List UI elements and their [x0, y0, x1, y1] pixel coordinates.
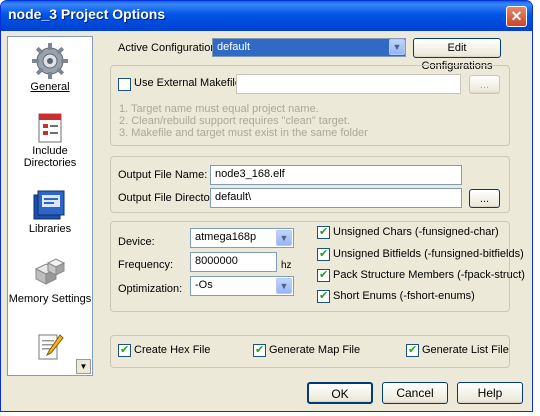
active-configuration-select[interactable]: default	[212, 38, 406, 57]
frequency-field[interactable]: 8000000	[190, 252, 277, 272]
device-select[interactable]: atmega168p ▼	[190, 228, 294, 248]
use-external-makefile-label: Use External Makefile	[134, 77, 241, 89]
generate-list-file-checkbox[interactable]	[406, 343, 419, 357]
sidebar-item-libraries[interactable]: Libraries	[8, 189, 92, 235]
chevron-down-icon: ▼	[276, 278, 292, 294]
unsigned-chars-checkbox[interactable]	[317, 225, 330, 239]
sidebar-scroll-down-button[interactable]: ▼	[76, 359, 91, 374]
project-options-dialog: node_3 Project Options ✕ General Include…	[0, 0, 533, 412]
help-button[interactable]: Help	[457, 382, 523, 404]
optimization-select[interactable]: -Os ▼	[190, 276, 294, 296]
frequency-unit: hz	[281, 260, 292, 271]
category-sidebar: General Include Directories Libraries Me…	[7, 36, 93, 376]
pack-structure-members-label: Pack Structure Members (-fpack-struct)	[333, 269, 525, 281]
use-external-makefile-checkbox[interactable]	[118, 78, 131, 91]
window-title: node_3 Project Options	[8, 6, 166, 22]
close-button[interactable]: ✕	[506, 6, 527, 27]
generate-map-file-checkbox[interactable]	[253, 343, 266, 357]
frequency-label: Frequency:	[118, 259, 174, 271]
output-directory-browse-button[interactable]: ...	[469, 189, 500, 208]
sidebar-item-include-directories[interactable]: Include Directories	[8, 111, 92, 169]
unsigned-bitfields-label: Unsigned Bitfields (-funsigned-bitfields…	[333, 248, 524, 260]
generate-map-file-label: Generate Map File	[269, 344, 361, 356]
output-file-name-label: Output File Name:	[118, 169, 208, 181]
sidebar-item-label: Memory Settings	[8, 293, 92, 305]
create-hex-file-checkbox[interactable]	[118, 343, 131, 357]
makefile-path-field[interactable]	[236, 74, 461, 94]
chevron-down-icon: ▼	[276, 230, 292, 246]
short-enums-label: Short Enums (-fshort-enums)	[333, 290, 475, 302]
active-configuration-label: Active Configuration	[118, 42, 217, 54]
short-enums-checkbox[interactable]	[317, 289, 330, 303]
include-directories-icon	[38, 113, 62, 143]
unsigned-bitfields-checkbox[interactable]	[317, 247, 330, 261]
pack-structure-members-checkbox[interactable]	[317, 268, 330, 282]
title-bar[interactable]: node_3 Project Options ✕	[1, 1, 532, 31]
sidebar-item-label: Libraries	[28, 223, 72, 235]
sidebar-item-memory-settings[interactable]: Memory Settings	[8, 255, 92, 305]
gear-icon	[32, 43, 68, 79]
optimization-value: -Os	[195, 279, 213, 291]
chevron-down-icon: ▼	[79, 362, 88, 371]
makefile-browse-button[interactable]: ...	[469, 75, 500, 94]
makefile-note-1: 1. Target name must equal project name.	[119, 103, 319, 115]
sidebar-item-label: General	[30, 81, 70, 93]
notepad-pencil-icon	[38, 334, 64, 360]
edit-configurations-button[interactable]: Edit Configurations	[413, 38, 501, 72]
device-value: atmega168p	[195, 231, 257, 243]
output-file-directory-label: Output File Directory:	[118, 192, 222, 204]
close-icon: ✕	[510, 8, 523, 24]
makefile-note-3: 3. Makefile and target must exist in the…	[119, 127, 368, 139]
device-label: Device:	[118, 236, 155, 248]
active-configuration-value: default	[217, 41, 251, 53]
sidebar-item-label: Include Directories	[23, 145, 77, 169]
libraries-icon	[33, 190, 65, 220]
chevron-down-icon[interactable]: ▼	[389, 39, 405, 55]
generate-list-file-label: Generate List File	[422, 344, 509, 356]
cancel-button[interactable]: Cancel	[382, 382, 448, 404]
makefile-note-2: 2. Clean/rebuild support requires "clean…	[119, 115, 350, 127]
sidebar-item-general[interactable]: General	[8, 41, 92, 93]
output-file-directory-field[interactable]: default\	[210, 188, 462, 208]
unsigned-chars-label: Unsigned Chars (-funsigned-char)	[333, 226, 499, 238]
ok-button[interactable]: OK	[307, 382, 373, 404]
output-file-name-field[interactable]: node3_168.elf	[210, 165, 462, 185]
create-hex-file-label: Create Hex File	[134, 344, 211, 356]
sidebar-item-notes[interactable]	[8, 331, 92, 361]
memory-settings-icon	[34, 258, 66, 285]
optimization-label: Optimization:	[118, 283, 183, 295]
